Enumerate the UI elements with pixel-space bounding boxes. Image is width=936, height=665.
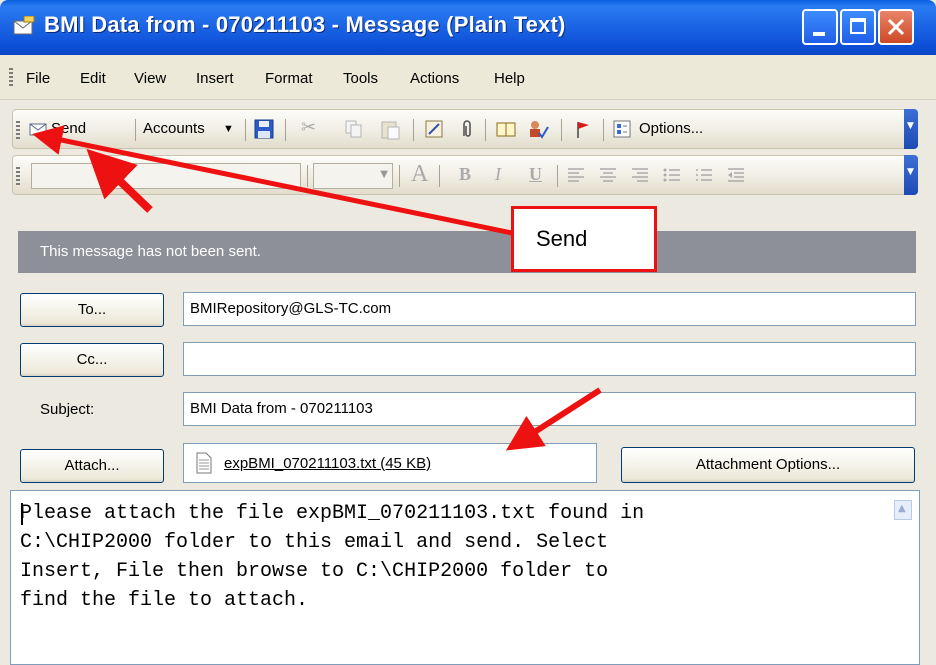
toolbar-overflow-chevron[interactable]: ▼: [904, 109, 918, 149]
font-color-button[interactable]: A: [411, 161, 428, 188]
text-cursor: [21, 503, 23, 525]
numbering-icon[interactable]: [693, 164, 715, 186]
align-left-icon[interactable]: [565, 164, 587, 186]
toolbar-separator: [485, 119, 486, 141]
cc-field[interactable]: [183, 342, 916, 376]
address-book-icon[interactable]: [423, 118, 445, 140]
toolbar-separator: [399, 165, 400, 187]
text-file-icon: [196, 452, 212, 474]
window-title: BMI Data from - 070211103 - Message (Pla…: [44, 12, 566, 37]
chevron-down-icon: ▼: [380, 169, 388, 180]
title-bar: BMI Data from - 070211103 - Message (Pla…: [0, 0, 936, 55]
menu-insert[interactable]: Insert: [196, 70, 234, 87]
toolbar-separator: [285, 119, 286, 141]
to-field[interactable]: BMIRepository@GLS-TC.com: [183, 292, 916, 326]
bold-button[interactable]: B: [459, 164, 471, 185]
chevron-up-icon: ▲: [898, 503, 906, 514]
paperclip-icon[interactable]: [455, 118, 477, 140]
menu-tools[interactable]: Tools: [343, 70, 378, 87]
menu-bar: File Edit View Insert Format Tools Actio…: [0, 55, 936, 100]
info-bar-message: This message has not been sent.: [40, 243, 261, 260]
menu-view[interactable]: View: [134, 70, 166, 87]
attach-button[interactable]: Attach...: [20, 449, 164, 483]
accounts-dropdown-icon[interactable]: ▼: [223, 123, 234, 135]
subject-field[interactable]: BMI Data from - 070211103: [183, 392, 916, 426]
send-icon: [29, 123, 47, 136]
options-button[interactable]: Options...: [639, 120, 703, 137]
bullets-icon[interactable]: [661, 164, 683, 186]
standard-toolbar: Send Accounts ▼ ✂ Options... ▼: [12, 109, 918, 149]
scroll-up-button[interactable]: ▲: [894, 500, 912, 520]
attachment-field[interactable]: expBMI_070211103.txt (45 KB): [183, 443, 597, 483]
toolbar-separator: [245, 119, 246, 141]
minimize-icon: [813, 32, 825, 36]
maximize-icon: [850, 18, 866, 34]
attachment-link[interactable]: expBMI_070211103.txt (45 KB): [224, 455, 431, 472]
accounts-button[interactable]: Accounts: [143, 120, 205, 137]
chevron-down-icon: ▼: [907, 167, 914, 177]
copy-icon[interactable]: [343, 118, 365, 140]
italic-button[interactable]: I: [495, 164, 501, 185]
message-body-text: Please attach the file expBMI_070211103.…: [20, 502, 645, 612]
toolbar-separator: [557, 165, 558, 187]
to-button[interactable]: To...: [20, 293, 164, 327]
align-center-icon[interactable]: [597, 164, 619, 186]
send-callout-box: Send: [511, 206, 657, 272]
check-names-icon[interactable]: [527, 118, 549, 140]
maximize-button[interactable]: [840, 9, 876, 45]
options-icon[interactable]: [611, 118, 633, 140]
toolbar-separator: [439, 165, 440, 187]
toolbar-separator: [603, 119, 604, 141]
toolbar-separator: [413, 119, 414, 141]
font-size-combo[interactable]: ▼: [313, 163, 393, 189]
attachment-options-button[interactable]: Attachment Options...: [621, 447, 915, 483]
close-button[interactable]: [878, 9, 914, 45]
minimize-button[interactable]: [802, 9, 838, 45]
cc-button[interactable]: Cc...: [20, 343, 164, 377]
toolbar-separator: [135, 119, 136, 141]
chevron-down-icon: ▼: [907, 121, 914, 131]
toolbar-separator: [561, 119, 562, 141]
cut-icon[interactable]: ✂: [301, 117, 316, 138]
toolbar-grip[interactable]: [16, 121, 20, 139]
toolbar-grip[interactable]: [16, 167, 20, 185]
message-window: BMI Data from - 070211103 - Message (Pla…: [0, 0, 936, 665]
menu-help[interactable]: Help: [494, 70, 525, 87]
toolbar-separator: [307, 165, 308, 187]
envelope-icon: [13, 16, 35, 35]
style-combo[interactable]: [31, 163, 301, 189]
underline-button[interactable]: U: [529, 164, 542, 185]
menu-actions[interactable]: Actions: [410, 70, 459, 87]
callout-label: Send: [536, 226, 588, 251]
close-icon: [887, 18, 905, 36]
align-right-icon[interactable]: [629, 164, 651, 186]
decrease-indent-icon[interactable]: [725, 164, 747, 186]
formatting-toolbar: ▼ A B I U ▼: [12, 155, 918, 195]
menu-format[interactable]: Format: [265, 70, 313, 87]
menu-edit[interactable]: Edit: [80, 70, 106, 87]
toolbar-overflow-chevron[interactable]: ▼: [904, 155, 918, 195]
flag-icon[interactable]: [571, 118, 593, 140]
paste-icon[interactable]: [379, 118, 401, 140]
send-button[interactable]: Send: [51, 120, 86, 137]
info-bar: This message has not been sent.: [18, 231, 916, 273]
menu-file[interactable]: File: [26, 70, 50, 87]
subject-label: Subject:: [40, 401, 95, 418]
save-icon[interactable]: [253, 118, 275, 140]
menubar-grip[interactable]: [9, 68, 13, 86]
book-icon[interactable]: [495, 118, 517, 140]
